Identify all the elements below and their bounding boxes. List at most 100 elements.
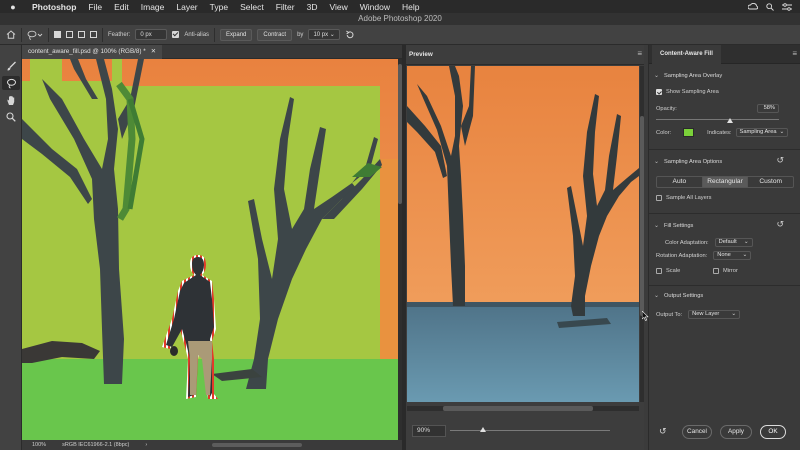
zoom-icon xyxy=(6,112,16,122)
chevron-down-icon: ⌄ xyxy=(743,239,749,245)
menu-file[interactable]: File xyxy=(82,2,108,12)
panel-menu-icon[interactable]: ≡ xyxy=(637,49,642,58)
sample-all-layers-checkbox[interactable] xyxy=(656,195,662,201)
scale-checkbox[interactable] xyxy=(656,268,662,274)
color-adaptation-dropdown[interactable]: Default ⌄ xyxy=(714,238,753,247)
zoom-tool[interactable] xyxy=(2,110,20,124)
sampling-options-section[interactable]: ⌄ Sampling Area Options xyxy=(654,158,722,166)
overlay-color-swatch[interactable] xyxy=(683,128,695,137)
preview-image[interactable] xyxy=(407,66,639,402)
doc-zoom-level[interactable]: 100% xyxy=(32,442,46,448)
menu-window[interactable]: Window xyxy=(354,2,396,12)
preview-zoom-input[interactable]: 90% xyxy=(412,425,446,437)
subtract-from-selection-icon[interactable] xyxy=(78,31,85,38)
add-to-selection-icon[interactable] xyxy=(66,31,73,38)
panel-title[interactable]: Content-Aware Fill xyxy=(652,45,721,64)
mirror-checkbox[interactable] xyxy=(713,268,719,274)
apply-button[interactable]: Apply xyxy=(720,425,752,439)
menu-select[interactable]: Select xyxy=(234,2,270,12)
menu-app-name[interactable]: Photoshop xyxy=(26,2,82,12)
feather-input[interactable]: 0 px xyxy=(135,29,168,40)
mirror-row[interactable]: Mirror xyxy=(713,268,738,274)
canvas-horizontal-scrollbar[interactable] xyxy=(212,443,302,447)
preview-vertical-scrollbar[interactable] xyxy=(640,66,644,402)
document-tab[interactable]: content_aware_fill.psd @ 100% (RGB/8) * … xyxy=(22,45,162,59)
rotation-adaptation-dropdown[interactable]: None ⌄ xyxy=(713,251,752,260)
status-arrow-icon[interactable]: › xyxy=(145,442,147,448)
opacity-slider-knob[interactable] xyxy=(727,118,733,123)
menu-view[interactable]: View xyxy=(323,2,353,12)
intersect-selection-icon[interactable] xyxy=(90,31,97,38)
chevron-down-icon: ⌄ xyxy=(742,252,748,258)
indicates-dropdown[interactable]: Sampling Area ⌄ xyxy=(735,128,789,137)
close-icon[interactable]: ✕ xyxy=(151,45,156,59)
sample-all-layers-row[interactable]: Sample All Layers xyxy=(656,195,712,201)
sampling-overlay-section[interactable]: ⌄ Sampling Area Overlay xyxy=(654,72,723,80)
home-icon[interactable] xyxy=(6,30,16,39)
preview-panel: Preview ≡ 90% xyxy=(406,45,644,450)
indicates-value: Sampling Area xyxy=(739,129,777,135)
opacity-value[interactable]: 58% xyxy=(757,104,779,113)
document-canvas[interactable] xyxy=(22,59,398,440)
search-icon[interactable] xyxy=(766,2,774,11)
menu-edit[interactable]: Edit xyxy=(108,2,135,12)
sampling-rectangular-button[interactable]: Rectangular xyxy=(702,177,749,187)
expand-button[interactable]: Expand xyxy=(220,28,253,41)
menu-layer[interactable]: Layer xyxy=(170,2,203,12)
opacity-input[interactable]: 58% xyxy=(757,104,779,113)
indicates-label: Indicates: xyxy=(707,129,732,136)
menu-help[interactable]: Help xyxy=(396,2,425,12)
apple-icon[interactable]: ● xyxy=(0,2,26,12)
scale-row[interactable]: Scale xyxy=(656,268,680,274)
chevron-down-icon: ⌄ xyxy=(654,223,660,229)
sampling-overlay-header: Sampling Area Overlay xyxy=(664,72,723,79)
contract-button[interactable]: Contract xyxy=(257,28,293,41)
rotation-adaptation-row: Rotation Adaptation: None ⌄ xyxy=(656,251,752,260)
anti-alias-label: Anti-alias xyxy=(184,31,210,38)
cancel-button[interactable]: Cancel xyxy=(682,425,712,439)
creative-cloud-icon[interactable] xyxy=(748,2,758,11)
anti-alias-checkbox[interactable] xyxy=(172,31,180,38)
menu-type[interactable]: Type xyxy=(204,2,234,12)
panel-menu-icon[interactable]: ≡ xyxy=(792,49,797,58)
new-selection-icon[interactable] xyxy=(54,31,61,38)
reset-icon[interactable]: ↺ xyxy=(776,219,784,230)
preview-horizontal-scrollbar[interactable] xyxy=(407,406,639,411)
fill-settings-section[interactable]: ⌄ Fill Settings xyxy=(654,222,693,230)
show-sampling-row[interactable]: Show Sampling Area xyxy=(656,89,719,95)
hand-tool[interactable] xyxy=(2,93,20,107)
menu-3d[interactable]: 3D xyxy=(301,2,324,12)
chevron-down-icon: ⌄ xyxy=(731,311,737,317)
rotation-adaptation-label: Rotation Adaptation: xyxy=(656,252,708,259)
reset-icon[interactable] xyxy=(345,30,355,40)
output-to-label: Output To: xyxy=(656,311,683,318)
ok-button[interactable]: OK xyxy=(760,425,786,439)
control-center-icon[interactable] xyxy=(782,2,792,11)
show-sampling-checkbox[interactable] xyxy=(656,89,662,95)
sampling-custom-button[interactable]: Custom xyxy=(748,177,793,187)
sampling-auto-button[interactable]: Auto xyxy=(657,177,703,187)
lasso-tool-preset-icon[interactable] xyxy=(27,30,43,40)
menu-image[interactable]: Image xyxy=(135,2,171,12)
output-settings-section[interactable]: ⌄ Output Settings xyxy=(654,292,703,300)
preview-zoom-slider-knob[interactable] xyxy=(480,427,486,432)
reset-all-icon[interactable]: ↺ xyxy=(659,426,667,437)
menu-filter[interactable]: Filter xyxy=(270,2,301,12)
lasso-tool[interactable] xyxy=(2,76,20,90)
photoshop-window: ● Photoshop File Edit Image Layer Type S… xyxy=(0,0,800,450)
opacity-slider[interactable] xyxy=(656,119,779,120)
preview-title: Preview xyxy=(409,51,433,58)
section-divider xyxy=(649,285,800,286)
content-aware-fill-panel: Content-Aware Fill ≡ ⌄ Sampling Area Ove… xyxy=(648,45,800,450)
scroll-thumb[interactable] xyxy=(443,406,593,411)
separator xyxy=(214,27,216,42)
document-tab-bar: content_aware_fill.psd @ 100% (RGB/8) * … xyxy=(22,45,402,59)
panel-header: Content-Aware Fill ≡ xyxy=(649,45,800,64)
by-amount-input[interactable]: 10 px ⌄ xyxy=(308,29,341,40)
brush-tool[interactable] xyxy=(2,59,20,73)
preview-zoom-slider[interactable] xyxy=(450,430,610,431)
chevron-down-icon: ⌄ xyxy=(654,73,660,79)
output-to-dropdown[interactable]: New Layer ⌄ xyxy=(688,310,741,319)
scroll-thumb[interactable] xyxy=(640,116,644,316)
reset-icon[interactable]: ↺ xyxy=(776,155,784,166)
